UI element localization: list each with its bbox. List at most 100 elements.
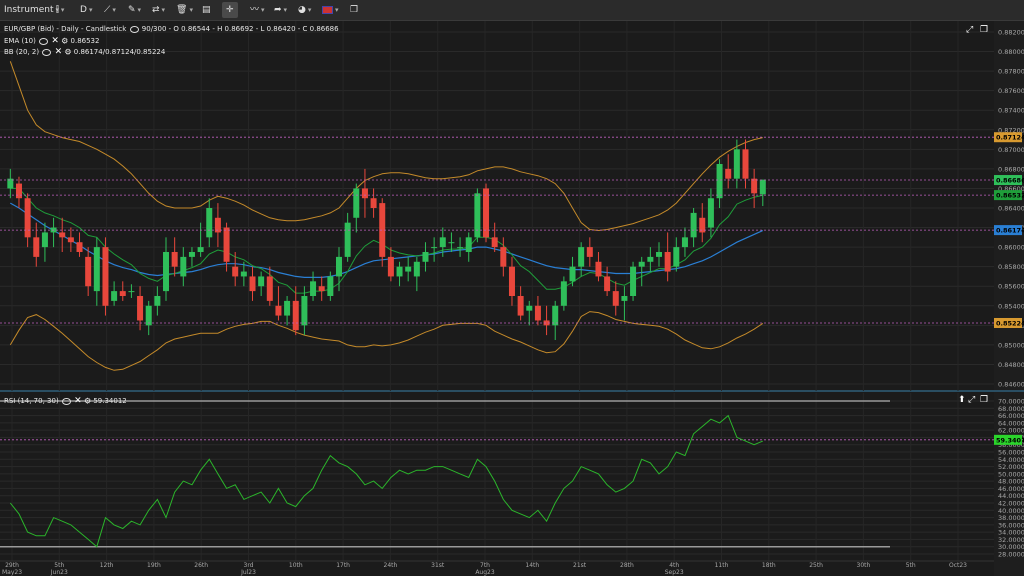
candle-up (578, 247, 585, 267)
candle-down (85, 256, 92, 287)
rsi-marker-label: 59.34012 (996, 436, 1024, 444)
crosshair-button[interactable]: ✛ (222, 2, 238, 18)
time-tick-label: 5th (906, 562, 916, 569)
share-icon: ➦ (274, 5, 282, 15)
candle-up (621, 296, 628, 301)
eye-icon[interactable] (129, 25, 139, 33)
share-button[interactable]: ➦ ▾ (274, 2, 287, 18)
pencil-button[interactable]: ✎ ▾ (128, 2, 141, 18)
candle-up (180, 256, 187, 277)
chart-area[interactable]: 0.882000.880000.878000.876000.874000.872… (0, 21, 1024, 576)
candle-up (656, 252, 663, 257)
candle-down (59, 232, 66, 238)
price-tick-label: 0.87800 (998, 68, 1024, 76)
rsi-value: 59.34012 (93, 397, 127, 405)
uk-flag-icon (322, 6, 333, 14)
candle-up (301, 296, 308, 326)
gear-icon[interactable]: ⚙ (61, 37, 68, 46)
price-marker-label: 0.87124 (996, 134, 1024, 142)
candle-down (517, 296, 524, 316)
candle-up (431, 247, 438, 249)
expand-icon[interactable]: ⤢ (968, 395, 975, 405)
chevron-down-icon: ▾ (88, 6, 93, 14)
candle-up (422, 252, 429, 262)
candle-up (284, 300, 291, 316)
time-tick-label: 11th (715, 562, 729, 569)
gear-icon[interactable]: ⚙ (64, 48, 71, 57)
candle-down (67, 237, 74, 243)
candle-down (491, 237, 498, 248)
candle-down (387, 256, 394, 277)
eye-icon[interactable] (39, 37, 49, 45)
candle-down (292, 300, 299, 331)
timeframe-dropdown[interactable]: D ▾ (80, 2, 92, 18)
language-button[interactable]: ▾ (322, 2, 339, 18)
time-tick-label: 18th (762, 562, 776, 569)
arrow-up-icon[interactable]: ⬆ (958, 395, 966, 405)
candle-down (171, 252, 178, 267)
delete-button[interactable]: 🗑 ▾ (176, 2, 193, 18)
candle-down (725, 168, 732, 179)
time-tick-sublabel: Sep23 (665, 569, 684, 576)
time-axis: 29thMay235thJun2312th 19th 26th 3rdJul2310t… (0, 560, 994, 576)
candle-down (137, 296, 144, 321)
main-ohlc: - O 0.86544 - H 0.86692 - L 0.86420 - C … (168, 25, 339, 33)
time-tick-label: 14th (525, 562, 539, 569)
close-icon[interactable]: ✕ (55, 47, 63, 57)
time-tick-label: 28th (620, 562, 634, 569)
candle-up (448, 242, 455, 244)
candle-up (163, 252, 170, 292)
eye-icon[interactable] (61, 397, 71, 405)
chevron-down-icon: ▾ (335, 6, 339, 14)
gear-icon[interactable]: ⚙ (84, 397, 91, 406)
price-tick-label: 0.86800 (998, 165, 1024, 173)
candle-down (508, 266, 515, 296)
indicator-button[interactable]: 〰 ▾ (250, 2, 265, 18)
price-tick-label: 0.85800 (998, 263, 1024, 271)
popout-icon[interactable]: ❐ (980, 25, 988, 35)
instrument-dropdown[interactable]: Instrument ▾ (4, 2, 59, 18)
close-icon[interactable]: ✕ (51, 36, 59, 46)
candle-up (197, 247, 204, 252)
compare-button[interactable]: ⇄ ▾ (152, 2, 165, 18)
candle-up (673, 247, 680, 267)
candle-down (370, 198, 377, 208)
candle-down (33, 237, 40, 257)
time-tick-sublabel: May23 (2, 569, 22, 576)
time-tick-label: Oct23 (949, 562, 967, 569)
price-tick-label: 0.88200 (998, 29, 1024, 37)
layout-button[interactable]: ▤ (202, 2, 211, 18)
candle-down (751, 178, 758, 194)
candle-down (275, 305, 282, 316)
chart-type-button[interactable]: ⫿ ▾ (56, 2, 64, 18)
candle-up (413, 261, 420, 277)
indicator-icon: 〰 (250, 5, 260, 15)
candle-up (733, 149, 740, 179)
candle-up (344, 222, 351, 257)
candle-down (223, 227, 230, 262)
candle-up (526, 305, 533, 311)
candle-up (638, 261, 645, 267)
theme-button[interactable]: ◕ ▾ (298, 2, 311, 18)
main-count: 90/300 (141, 25, 167, 33)
candle-down (361, 188, 368, 199)
chevron-down-icon: ▾ (283, 6, 288, 14)
instrument-label: Instrument (4, 5, 54, 15)
close-icon[interactable]: ✕ (74, 396, 82, 406)
popout-icon[interactable]: ❐ (980, 395, 988, 405)
candle-down (534, 305, 541, 321)
popout-button[interactable]: ❐ (350, 2, 358, 18)
draw-line-button[interactable]: ⟋ ▾ (104, 2, 116, 18)
candle-down (232, 266, 239, 277)
expand-icon[interactable]: ⤢ (966, 25, 973, 35)
chevron-down-icon: ▾ (112, 6, 116, 14)
price-marker-label: 0.85224 (996, 319, 1024, 327)
eye-icon[interactable] (42, 48, 52, 56)
price-tick-label: 0.84800 (998, 361, 1024, 369)
candle-up (327, 276, 334, 296)
pencil-icon: ✎ (128, 5, 136, 15)
chevron-down-icon: ▾ (307, 6, 312, 14)
candle-up (335, 256, 342, 277)
panel-icon: ▤ (202, 5, 211, 15)
candle-down (595, 261, 602, 277)
